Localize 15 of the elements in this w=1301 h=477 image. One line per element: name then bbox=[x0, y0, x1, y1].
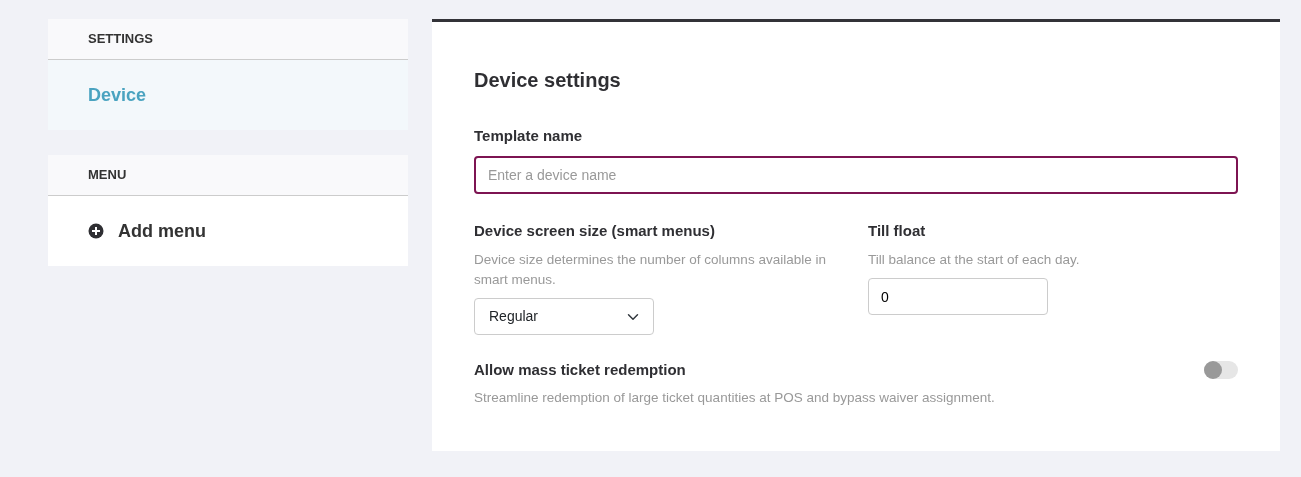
field-label: Allow mass ticket redemption bbox=[474, 360, 686, 380]
size-dropdown[interactable]: Regular bbox=[474, 298, 654, 335]
help-text: Streamline redemption of large ticket quantities at POS and bypass waiver assignment. bbox=[474, 388, 996, 407]
input-field[interactable]: 0 bbox=[868, 278, 1048, 315]
toggle-switch[interactable] bbox=[1204, 361, 1238, 380]
field-label: Till float bbox=[868, 220, 927, 241]
section-header: MENU bbox=[48, 155, 408, 196]
section-header: SETTINGS bbox=[48, 19, 408, 60]
add-icon bbox=[88, 223, 104, 239]
help-text: Till balance at the start of each day. bbox=[868, 251, 1081, 269]
input-field[interactable]: Enter a device name bbox=[474, 155, 1238, 194]
help-text: Device size determines the number of columns available in smart menus. bbox=[474, 251, 827, 289]
field-label: Template name bbox=[474, 126, 584, 146]
field-label: Device screen size (smart menus) bbox=[474, 220, 716, 241]
panel-title: Device settings bbox=[474, 68, 622, 92]
